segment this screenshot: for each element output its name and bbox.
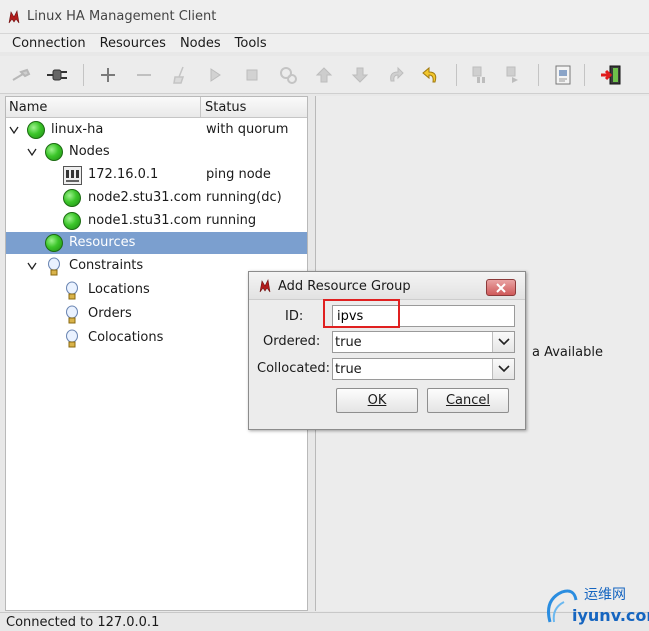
status-ok-icon [27,121,45,139]
redo-icon[interactable] [382,63,408,87]
collocated-value: true [335,362,362,377]
no-data-text: a Available [532,345,603,360]
menu-nodes[interactable]: Nodes [180,36,221,51]
collocated-select[interactable]: true [332,358,515,380]
tree-column-header: Name Status [6,97,307,118]
close-icon [496,282,506,293]
tree-row-label: Locations [88,282,150,297]
move-up-icon[interactable] [311,63,337,87]
tree-row-status: with quorum [206,122,289,137]
menu-tools[interactable]: Tools [235,36,267,51]
cleanup-icon[interactable] [167,63,193,87]
connection-status: Connected to 127.0.0.1 [6,615,160,630]
lightbulb-icon [66,281,78,300]
default-icon[interactable] [275,63,301,87]
status-ok-icon [63,189,81,207]
toolbar [0,56,649,94]
lightbulb-icon [66,305,78,324]
linux-ha-logo-icon [259,279,271,293]
tree-row-node1[interactable]: node1.stu31.com running [6,210,307,232]
ordered-label: Ordered: [263,334,321,349]
tree-row-status: running(dc) [206,190,282,205]
watermark-line-2: iyunv.com [572,606,649,625]
tree-row-label: Constraints [69,258,144,273]
ordered-select[interactable]: true [332,331,515,353]
tree-row-label: Resources [69,235,136,250]
exit-icon[interactable] [598,63,624,87]
chevron-down-icon[interactable] [9,125,19,135]
stop-icon[interactable] [239,63,265,87]
menu-connection[interactable]: Connection [12,36,86,51]
id-input[interactable] [332,305,515,327]
view-xml-icon[interactable] [550,63,576,87]
add-icon[interactable] [95,63,121,87]
status-ok-icon [63,212,81,230]
status-ok-icon [45,234,63,252]
tree-row-label: 172.16.0.1 [88,167,159,182]
move-down-icon[interactable] [347,63,373,87]
tree-row-label: Orders [88,306,132,321]
tree-row-status: ping node [206,167,271,182]
dialog-titlebar: Add Resource Group [249,272,525,300]
dialog-close-button[interactable] [486,279,516,296]
linux-ha-logo-icon [8,9,20,23]
tree-row-node2[interactable]: node2.stu31.com running(dc) [6,187,307,209]
start-icon[interactable] [202,63,228,87]
menubar: Connection Resources Nodes Tools [0,34,649,52]
ok-button-label: OK [367,393,387,408]
disconnect-icon[interactable] [10,63,36,87]
chevron-down-icon[interactable] [492,359,514,379]
cancel-button-label: Cancel [445,393,491,408]
undo-icon[interactable] [418,63,444,87]
tree-row-label: Nodes [69,144,110,159]
ordered-value: true [335,335,362,350]
add-resource-group-dialog: Add Resource Group ID: Ordered: true Col… [248,271,526,430]
collocated-label: Collocated: [257,361,331,376]
column-status-header[interactable]: Status [205,100,246,115]
lightbulb-icon [66,329,78,348]
cancel-button[interactable]: Cancel [427,388,509,413]
lightbulb-icon [48,257,60,276]
active-icon[interactable] [500,63,526,87]
tree-row-status: running [206,213,257,228]
tree-row-label: node1.stu31.com [88,213,202,228]
tree-row-resources[interactable]: Resources [6,232,307,254]
window-titlebar: Linux HA Management Client [0,0,649,34]
column-name-header[interactable]: Name [9,100,47,115]
tree-row-label: linux-ha [51,122,104,137]
standby-icon[interactable] [466,63,492,87]
window-title: Linux HA Management Client [27,9,217,24]
menu-resources[interactable]: Resources [100,36,166,51]
id-label: ID: [285,309,304,324]
chevron-down-icon[interactable] [492,332,514,352]
tree-row-nodes[interactable]: Nodes [6,141,307,163]
site-watermark: 运维网 iyunv.com [544,584,649,628]
dialog-title: Add Resource Group [278,279,411,294]
remove-icon[interactable] [131,63,157,87]
tree-row-label: node2.stu31.com [88,190,202,205]
ok-button[interactable]: OK [336,388,418,413]
tree-row-label: Colocations [88,330,164,345]
tree-row-linux-ha[interactable]: linux-ha with quorum [6,119,307,141]
chevron-down-icon[interactable] [27,261,37,271]
tree-row-ping-node[interactable]: 172.16.0.1 ping node [6,164,307,186]
connect-icon[interactable] [44,63,70,87]
status-ok-icon [45,143,63,161]
chevron-down-icon[interactable] [27,147,37,157]
ping-node-icon [63,166,82,185]
watermark-line-1: 运维网 [584,587,626,603]
